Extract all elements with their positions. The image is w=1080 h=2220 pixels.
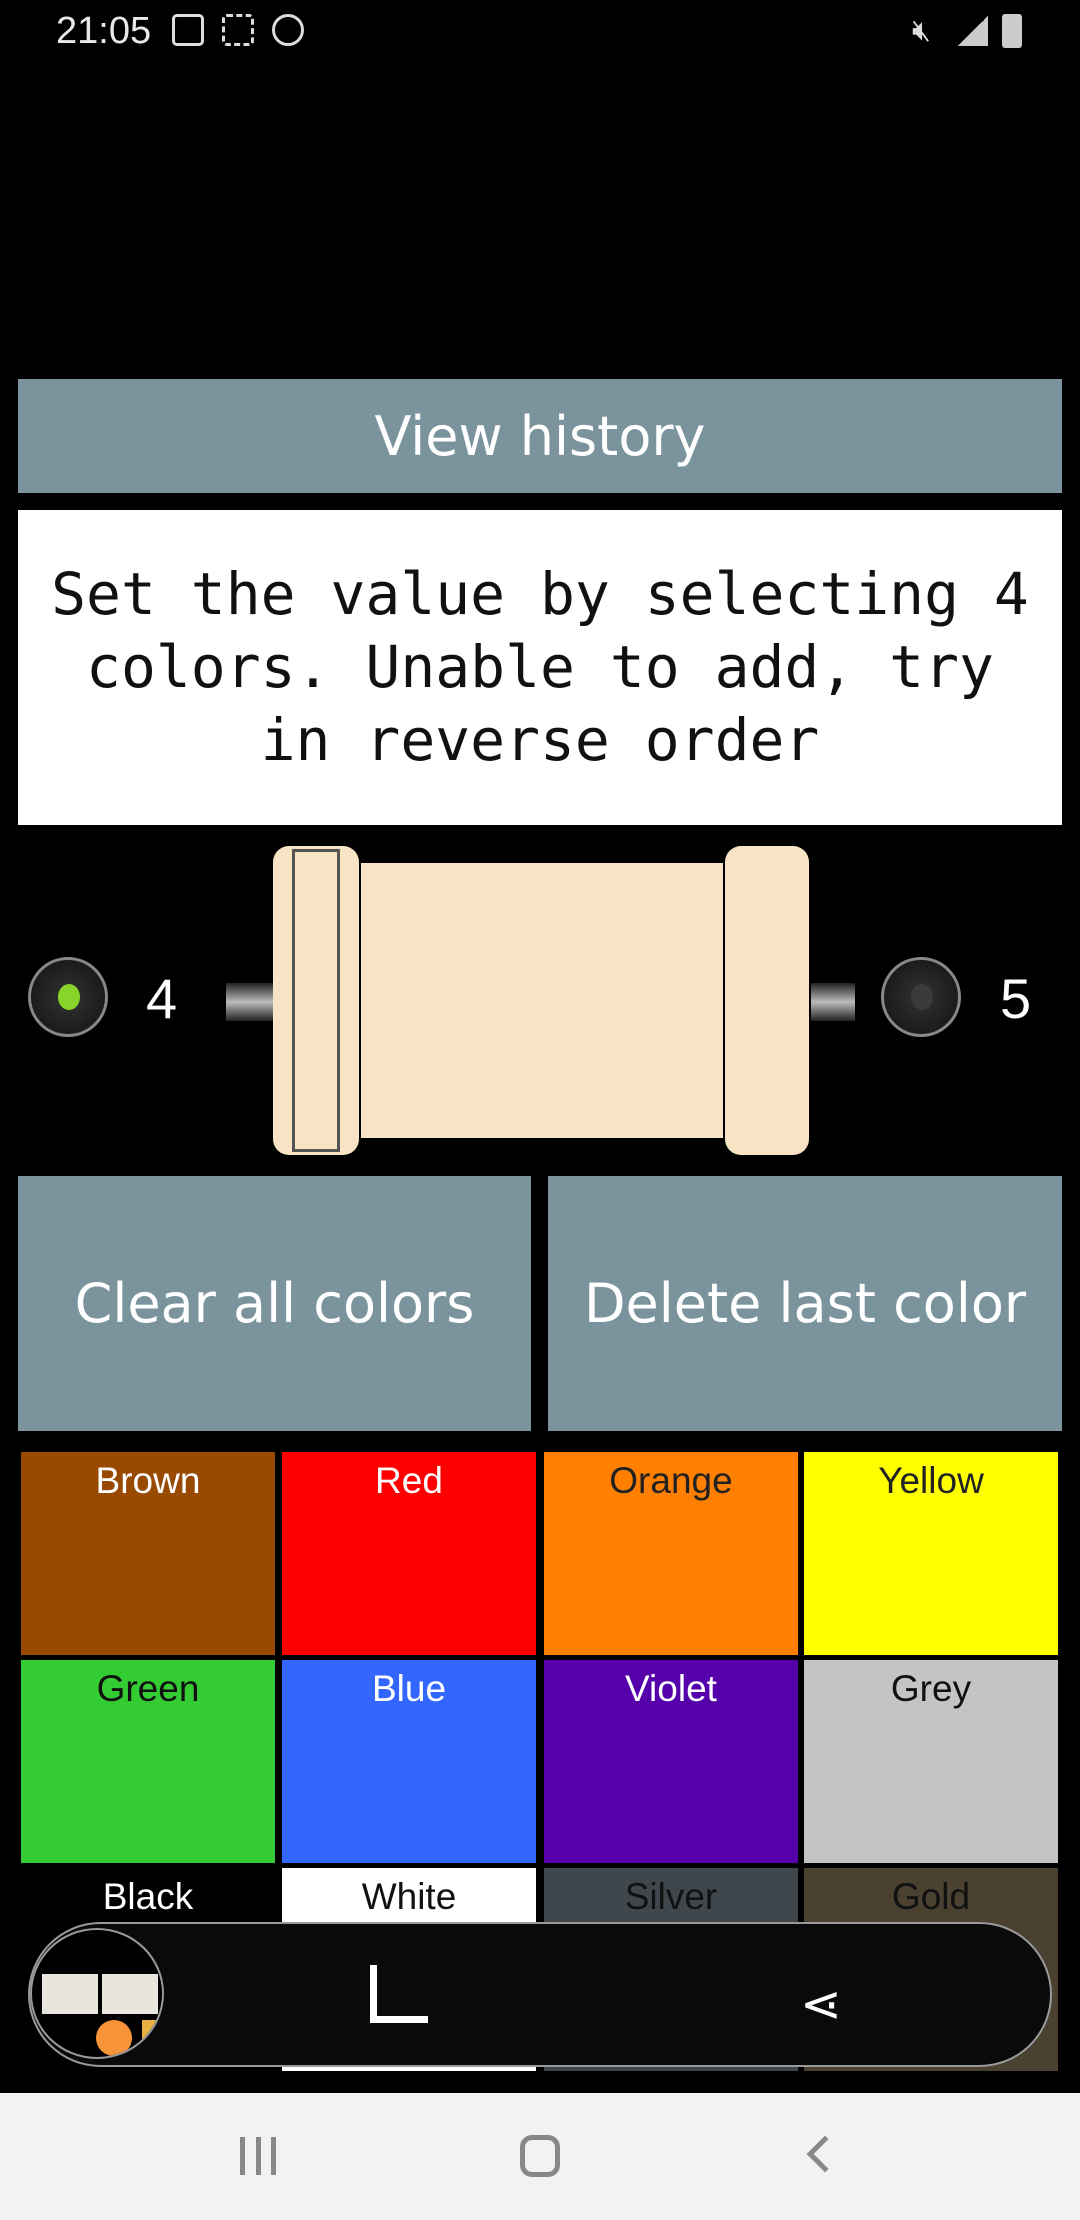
- color-label: Black: [102, 1876, 194, 1917]
- mute-icon: 🔇︎: [912, 14, 931, 47]
- screenshot-thumbnail[interactable]: [30, 1928, 164, 2059]
- signal-icon: [958, 16, 988, 46]
- delete-last-color-button[interactable]: Delete last color: [548, 1176, 1062, 1431]
- color-orange-button[interactable]: Orange: [544, 1452, 798, 1655]
- home-icon[interactable]: [520, 2135, 560, 2177]
- clear-all-colors-button[interactable]: Clear all colors: [18, 1176, 531, 1431]
- band-5-label: 5: [1000, 967, 1032, 1030]
- color-violet-button[interactable]: Violet: [544, 1660, 798, 1863]
- sync-icon: [272, 14, 304, 46]
- color-label: Gold: [891, 1876, 971, 1917]
- status-time: 21:05: [56, 10, 152, 52]
- crop-edit-icon[interactable]: [370, 1965, 428, 2023]
- screenshot-icon: [222, 14, 254, 46]
- screenshot-toolbar: [28, 1922, 1052, 2067]
- band-4-label: 4: [146, 967, 178, 1030]
- color-green-button[interactable]: Green: [21, 1660, 275, 1863]
- image-icon: [172, 14, 204, 46]
- color-grey-button[interactable]: Grey: [804, 1660, 1058, 1863]
- resistor-cap-left: [273, 846, 359, 1155]
- color-label: Silver: [624, 1876, 718, 1917]
- navigation-bar: [0, 2093, 1080, 2220]
- resistor-lead-left: [226, 983, 274, 1021]
- resistor-cap-right: [725, 846, 809, 1155]
- color-blue-button[interactable]: Blue: [282, 1660, 536, 1863]
- color-yellow-button[interactable]: Yellow: [804, 1452, 1058, 1655]
- band-4-radio[interactable]: [28, 957, 108, 1037]
- share-icon[interactable]: ⋖: [800, 1975, 842, 2033]
- back-icon[interactable]: [806, 2135, 844, 2173]
- color-label: Blue: [371, 1668, 447, 1709]
- resistor-lead-right: [811, 983, 855, 1021]
- color-label: Green: [96, 1668, 200, 1709]
- color-label: Yellow: [878, 1460, 984, 1501]
- recents-icon[interactable]: [240, 2137, 276, 2175]
- color-label: Brown: [95, 1460, 201, 1501]
- color-label: Orange: [609, 1460, 733, 1501]
- battery-icon: [1002, 14, 1022, 48]
- color-label: Red: [375, 1460, 443, 1501]
- color-brown-button[interactable]: Brown: [21, 1452, 275, 1655]
- color-label: White: [361, 1876, 457, 1917]
- color-label: Violet: [625, 1668, 717, 1709]
- band-5-radio[interactable]: [881, 957, 961, 1037]
- view-history-button[interactable]: View history: [18, 379, 1062, 493]
- instruction-message: Set the value by selecting 4 colors. Una…: [18, 510, 1062, 825]
- resistor-body: [361, 863, 723, 1138]
- color-red-button[interactable]: Red: [282, 1452, 536, 1655]
- color-label: Grey: [890, 1668, 972, 1709]
